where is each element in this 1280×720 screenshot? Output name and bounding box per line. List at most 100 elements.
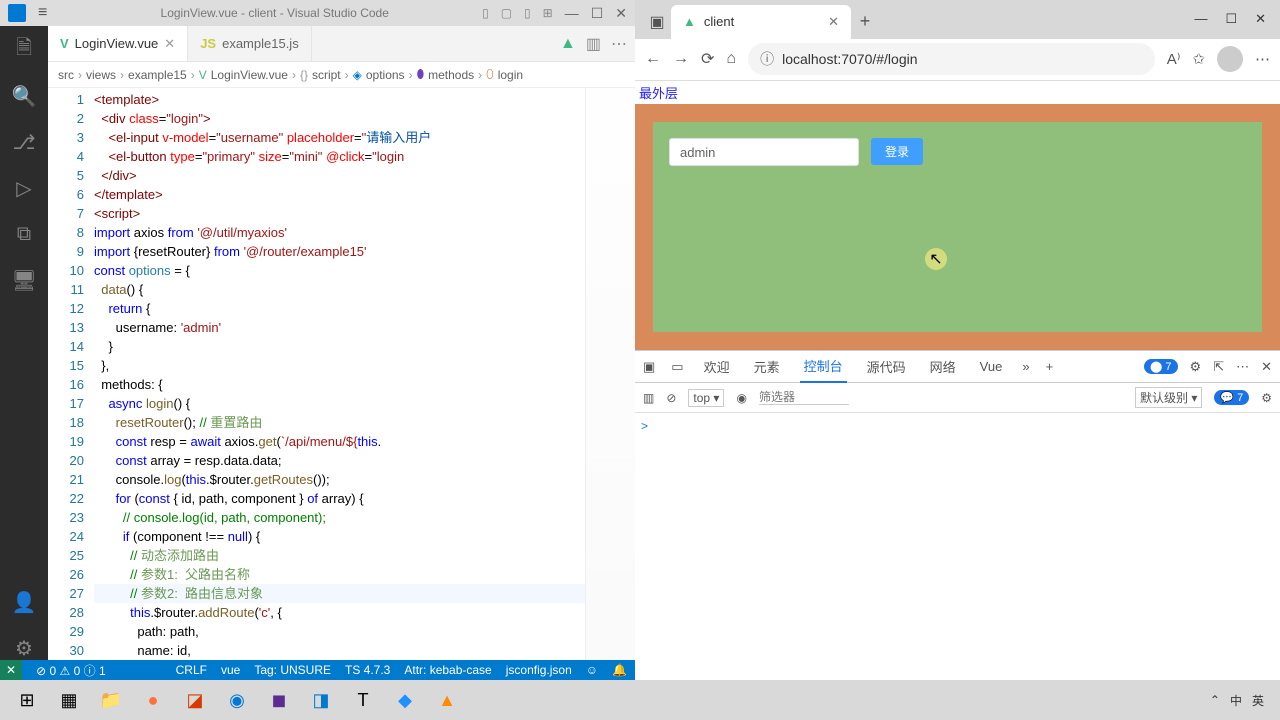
typora-icon[interactable]: T [342,684,384,716]
dt-tab-console[interactable]: 控制台 [800,351,847,383]
panel-right-icon[interactable]: ▯ [524,6,531,20]
edge-icon[interactable]: ◉ [216,684,258,716]
tab-close-icon[interactable]: ✕ [828,14,839,30]
breadcrumb-item[interactable]: methods [428,68,474,82]
site-info-icon[interactable]: ⓘ [760,49,774,69]
layout-icon[interactable]: ⊞ [543,6,553,20]
inspect-icon[interactable]: ▣ [643,359,655,375]
login-button[interactable]: 登录 [871,138,923,165]
tab-loginview[interactable]: V LoginView.vue ✕ [48,26,188,61]
remote-indicator[interactable]: ✕ [0,660,22,680]
minimize-icon[interactable]: — [1194,11,1207,27]
new-tab-button[interactable]: + [851,11,879,32]
close-icon[interactable]: ✕ [615,5,627,22]
favorites-icon[interactable]: ✩ [1192,50,1205,68]
breadcrumb-item[interactable]: script [312,68,341,82]
vlc-icon[interactable]: ▲ [426,684,468,716]
close-icon[interactable]: ✕ [1255,11,1266,27]
office-icon[interactable]: ◪ [174,684,216,716]
debug-icon[interactable]: ▷ [12,176,36,200]
console-settings-icon[interactable]: ⚙ [1261,391,1272,405]
feedback-icon[interactable]: ☺ [586,663,598,677]
start-button[interactable]: ⊞ [6,684,48,716]
panel-bottom-icon[interactable]: ▢ [501,6,512,20]
tab-actions-icon[interactable]: ▣ [643,8,671,36]
message-count-badge[interactable]: 💬 7 [1214,390,1249,405]
settings-icon[interactable]: ⚙ [1190,359,1202,375]
editor-layout-icons[interactable]: ▯ ▢ ▯ ⊞ [482,6,553,20]
breadcrumb-item[interactable]: example15 [128,68,187,82]
bell-icon[interactable]: 🔔 [612,663,627,677]
file-explorer-icon[interactable]: 📁 [90,684,132,716]
address-bar[interactable]: ⓘ localhost:7070/#/login [748,43,1155,75]
console-filter-input[interactable] [759,390,849,405]
devtools-menu-icon[interactable]: ⋯ [1236,359,1249,375]
menu-icon[interactable]: ⋯ [1255,50,1270,68]
maximize-icon[interactable]: ☐ [1225,11,1237,27]
breadcrumb-item[interactable]: options [366,68,405,82]
tab-close-icon[interactable]: ✕ [164,36,175,52]
username-input[interactable] [669,138,859,166]
more-tabs-icon[interactable]: » [1022,359,1029,374]
breadcrumb-item[interactable]: login [498,68,523,82]
live-expression-icon[interactable]: ◉ [736,391,746,405]
tag-status[interactable]: Tag: UNSURE [254,663,331,677]
panel-left-icon[interactable]: ▯ [482,6,489,20]
forward-icon[interactable]: → [673,50,689,68]
back-icon[interactable]: ← [645,50,661,68]
dt-tab-elements[interactable]: 元素 [750,351,784,383]
code-editor[interactable]: 1234567891011121314151617181920212223242… [48,88,635,660]
hamburger-icon[interactable]: ≡ [38,4,47,22]
breadcrumb[interactable]: src› views› example15› V LoginView.vue› … [48,62,635,88]
context-select[interactable]: top ▾ [688,389,724,407]
app-icon[interactable]: ◆ [384,684,426,716]
device-toggle-icon[interactable]: ▭ [671,359,683,375]
add-tab-icon[interactable]: + [1046,359,1054,374]
split-editor-icon[interactable]: ▥ [586,34,601,54]
explorer-icon[interactable]: 🗎 [12,38,36,62]
ime-indicator[interactable]: 中 [1230,692,1242,709]
reload-icon[interactable]: ⟳ [701,49,714,69]
lang-indicator[interactable]: vue [221,663,240,677]
dt-tab-welcome[interactable]: 欢迎 [700,351,734,383]
breadcrumb-item[interactable]: src [58,68,74,82]
source-control-icon[interactable]: ⎇ [12,130,36,154]
browser-tab[interactable]: ▲ client ✕ [671,5,851,39]
task-view-icon[interactable]: ▦ [48,684,90,716]
profile-avatar-icon[interactable] [1217,46,1243,72]
devtools-close-icon[interactable]: ✕ [1261,359,1272,375]
maximize-icon[interactable]: ☐ [591,5,604,22]
breadcrumb-item[interactable]: LoginView.vue [211,68,288,82]
ts-version[interactable]: TS 4.7.3 [345,663,390,677]
clear-console-icon[interactable]: ⊘ [666,391,676,405]
dt-tab-network[interactable]: 网络 [926,351,960,383]
sidebar-toggle-icon[interactable]: ▥ [643,391,654,405]
home-icon[interactable]: ⌂ [726,50,736,68]
gear-icon[interactable]: ⚙ [12,636,36,660]
minimap[interactable] [585,88,635,660]
jsconfig[interactable]: jsconfig.json [506,663,572,677]
read-aloud-icon[interactable]: A⁾ [1167,50,1181,68]
attr-style[interactable]: Attr: kebab-case [404,663,491,677]
issues-badge[interactable]: ⬤ 7 [1144,359,1178,374]
minimize-icon[interactable]: — [565,5,579,21]
log-level-select[interactable]: 默认级别 ▾ [1135,387,1202,408]
problems-counter[interactable]: ⊘ 0 ⚠ 0 ⓘ 1 [36,662,106,679]
lang-indicator[interactable]: 英 [1252,692,1264,709]
extensions-icon[interactable]: ⧉ [12,222,36,246]
eol-indicator[interactable]: CRLF [176,663,207,677]
dt-tab-vue[interactable]: Vue [976,351,1007,383]
search-icon[interactable]: 🔍 [12,84,36,108]
breadcrumb-item[interactable]: views [86,68,116,82]
dock-icon[interactable]: ⇱ [1213,359,1224,375]
remote-icon[interactable]: 🖥 [12,268,36,292]
tab-example15[interactable]: JS example15.js [188,26,312,61]
intellij-icon[interactable]: ◼ [258,684,300,716]
more-icon[interactable]: ⋯ [611,34,627,54]
firefox-icon[interactable]: ● [132,684,174,716]
tray-chevron-icon[interactable]: ⌃ [1210,693,1220,707]
account-icon[interactable]: 👤 [12,590,36,614]
vscode-taskbar-icon[interactable]: ◨ [300,684,342,716]
console-output[interactable]: > [635,413,1280,680]
dt-tab-sources[interactable]: 源代码 [863,351,910,383]
